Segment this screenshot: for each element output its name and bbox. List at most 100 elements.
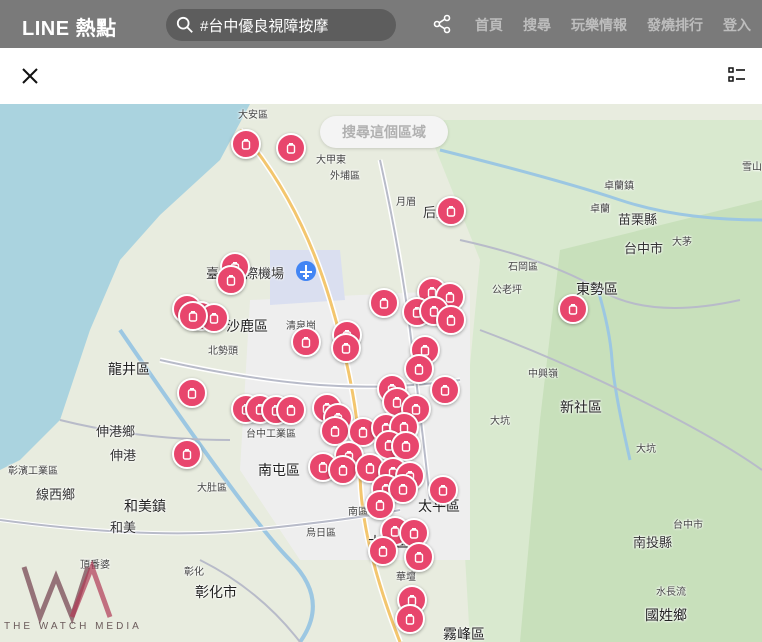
place-label: 北勢頭: [208, 346, 238, 357]
place-label: 烏日區: [306, 528, 336, 539]
bottle-icon: [409, 528, 419, 539]
place-label: 大安區: [238, 110, 268, 121]
bottle-icon: [405, 614, 415, 625]
bottle-icon: [286, 405, 296, 416]
place-label: 台中工業區: [246, 429, 296, 440]
map-pin[interactable]: [369, 288, 399, 318]
place-label: 和美: [110, 520, 137, 535]
top-nav-bar: LINE 熱點 #台中優良視障按摩 首頁 搜尋 玩樂情報 發燒排行 登入: [0, 0, 762, 48]
map-pin[interactable]: [172, 439, 202, 469]
place-label: 苗栗縣: [618, 212, 658, 227]
place-label: 線西鄉: [36, 487, 76, 502]
place-label: 新社區: [560, 399, 602, 415]
place-label: 東勢區: [576, 281, 618, 297]
bottle-icon: [338, 465, 348, 476]
map-pin[interactable]: [231, 129, 261, 159]
line-hotspot-logo[interactable]: LINE 熱點: [22, 12, 117, 41]
bottle-icon: [378, 546, 388, 557]
place-label: 大坑: [490, 416, 510, 427]
close-icon[interactable]: [20, 66, 40, 86]
map-pin[interactable]: [276, 395, 306, 425]
map-pin[interactable]: [328, 455, 358, 485]
map-pin[interactable]: [395, 604, 425, 634]
map-pin[interactable]: [436, 305, 466, 335]
place-label: 雪山: [742, 162, 762, 173]
bottle-icon: [414, 552, 424, 563]
watermark-text: THE WATCH MEDIA: [4, 621, 142, 632]
place-label: 大甲東: [316, 155, 346, 166]
nav-login[interactable]: 登入: [723, 15, 751, 35]
nav-fun-info[interactable]: 玩樂情報: [571, 15, 627, 35]
place-label: 卓蘭鎮: [604, 181, 634, 192]
map-pin[interactable]: [276, 133, 306, 163]
map-pin[interactable]: [368, 536, 398, 566]
place-label: 彰化: [184, 567, 204, 578]
place-label: 大肚區: [197, 483, 227, 494]
bottle-icon: [401, 441, 411, 452]
map-panel-header: [0, 48, 762, 104]
place-label: 沙鹿區: [226, 318, 268, 334]
place-label: 伸港: [110, 448, 137, 463]
place-label: 伸港鄉: [96, 424, 136, 439]
bottle-icon: [341, 343, 351, 354]
bottle-icon: [286, 143, 296, 154]
place-label: 石岡區: [508, 262, 538, 273]
place-label: 大茅: [672, 237, 692, 248]
place-label: 龍井區: [108, 361, 150, 377]
place-label: 和美鎮: [124, 498, 166, 514]
bottle-icon: [182, 449, 192, 460]
map-pin[interactable]: [558, 294, 588, 324]
map-pin[interactable]: [430, 375, 460, 405]
bottle-icon: [226, 275, 236, 286]
bottle-icon: [440, 385, 450, 396]
bottle-icon: [375, 500, 385, 511]
place-label: 外埔區: [330, 171, 360, 182]
place-label: 台中市: [673, 520, 703, 531]
search-this-area-button[interactable]: 搜尋這個區域: [320, 116, 448, 148]
map-pin[interactable]: [404, 542, 434, 572]
nav-trending[interactable]: 發燒排行: [647, 15, 703, 35]
bottle-icon: [446, 206, 456, 217]
map-pin[interactable]: [436, 196, 466, 226]
search-box[interactable]: #台中優良視障按摩: [166, 9, 396, 41]
place-label: 彰濱工業區: [8, 466, 58, 477]
list-view-icon[interactable]: [728, 67, 746, 85]
place-label: 卓蘭: [590, 204, 610, 215]
bottle-icon: [358, 427, 368, 438]
search-icon: [176, 16, 193, 33]
map-pin[interactable]: [291, 327, 321, 357]
map-pin[interactable]: [331, 333, 361, 363]
search-query: #台中優良視障按摩: [200, 17, 329, 35]
bottle-icon: [188, 311, 198, 322]
place-label: 水長流: [656, 587, 686, 598]
bottle-icon: [187, 388, 197, 399]
place-label: 月眉: [396, 197, 416, 208]
map-pin[interactable]: [428, 475, 458, 505]
map-pin[interactable]: [404, 354, 434, 384]
bottle-icon: [209, 313, 219, 324]
nav-home[interactable]: 首頁: [475, 15, 503, 35]
share-icon[interactable]: [432, 14, 452, 34]
bottle-icon: [365, 463, 375, 474]
place-label: 台中市: [624, 241, 664, 256]
bottle-icon: [301, 337, 311, 348]
place-label: 國姓鄉: [645, 607, 687, 623]
place-label: 公老坪: [492, 285, 522, 296]
place-label: 中興嶺: [528, 369, 558, 380]
nav-search[interactable]: 搜尋: [523, 15, 551, 35]
bottle-icon: [438, 485, 448, 496]
bottle-icon: [241, 139, 251, 150]
bottle-icon: [330, 426, 340, 437]
bottle-icon: [414, 364, 424, 375]
map-pin[interactable]: [216, 265, 246, 295]
place-label: 南屯區: [258, 462, 300, 478]
bottle-icon: [568, 304, 578, 315]
place-label: 大坑: [636, 444, 656, 455]
map-pin[interactable]: [178, 301, 208, 331]
bottle-icon: [379, 298, 389, 309]
place-label: 彰化市: [195, 584, 237, 600]
map-pin[interactable]: [177, 378, 207, 408]
bottle-icon: [398, 484, 408, 495]
place-label: 南投縣: [633, 535, 673, 550]
bottle-icon: [446, 315, 456, 326]
